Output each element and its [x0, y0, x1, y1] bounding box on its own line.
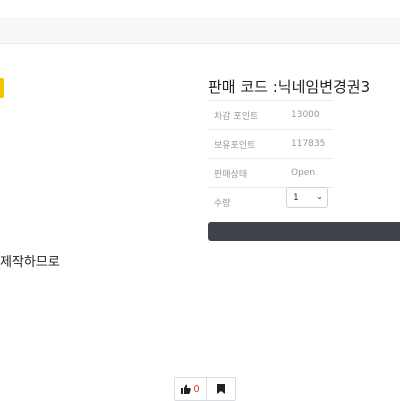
product-title: 판매 코드 :닉네임변경권3 [208, 78, 371, 96]
quantity-select[interactable]: 1 ⌄ [286, 187, 328, 208]
top-navbar [0, 17, 400, 44]
info-value: Open [289, 158, 334, 188]
info-label: 수량 [208, 187, 289, 216]
chevron-down-icon: ⌄ [316, 192, 323, 201]
info-value: 117835 [289, 129, 334, 159]
post-actions: 0 [174, 377, 236, 401]
like-count: 0 [193, 383, 200, 395]
info-row-owned-points: 보유포인트 117835 [208, 129, 334, 159]
bookmark-icon [217, 384, 225, 394]
bookmark-button[interactable] [207, 378, 235, 400]
thumbs-up-icon [181, 384, 192, 394]
info-row-deduct-points: 차감 포인트 13000 [208, 100, 334, 130]
info-value: 13000 [289, 100, 334, 130]
product-image-edge [0, 78, 4, 98]
info-label: 차감 포인트 [208, 100, 289, 130]
description-text: 제작하므로 [0, 255, 60, 270]
purchase-button[interactable] [208, 222, 400, 241]
like-button[interactable]: 0 [175, 378, 207, 400]
quantity-select-value: 1 [293, 192, 299, 203]
info-label: 보유포인트 [208, 129, 289, 159]
info-row-sale-status: 판매상태 Open [208, 158, 334, 188]
info-label: 판매상태 [208, 158, 289, 188]
